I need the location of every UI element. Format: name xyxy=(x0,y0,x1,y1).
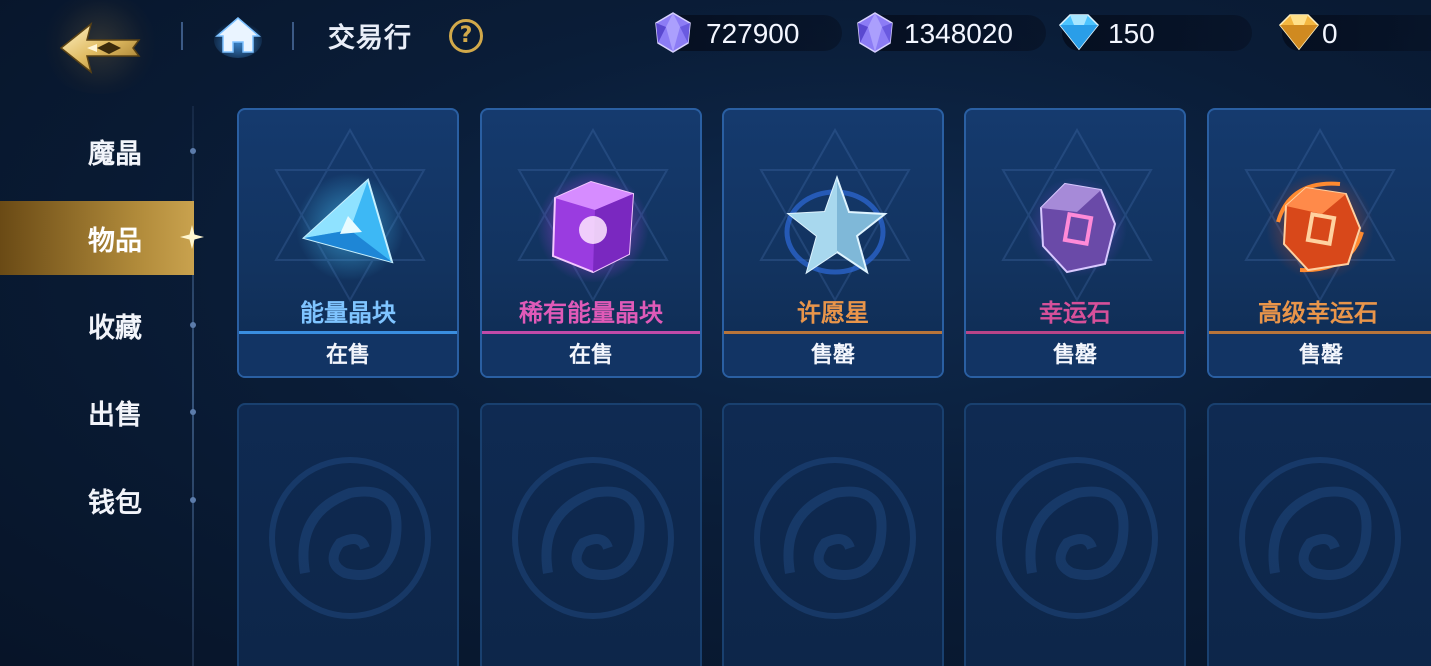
back-button[interactable] xyxy=(30,0,170,96)
empty-slot[interactable] xyxy=(722,403,944,666)
sidebar-item-wallet[interactable]: 钱包 xyxy=(0,463,196,537)
item-status: 售罄 xyxy=(724,334,942,376)
item-card[interactable]: 幸运石 售罄 xyxy=(964,108,1186,378)
item-name: 稀有能量晶块 xyxy=(519,299,663,327)
dragon-emblem-icon xyxy=(512,457,674,619)
dragon-emblem-icon xyxy=(754,457,916,619)
blue-diamond-icon xyxy=(1058,14,1100,51)
empty-slot[interactable] xyxy=(1207,403,1431,666)
item-name: 高级幸运石 xyxy=(1258,299,1378,327)
item-card[interactable]: 许愿星 售罄 xyxy=(722,108,944,378)
item-name: 许愿星 xyxy=(797,299,869,327)
dragon-emblem-icon xyxy=(269,457,431,619)
dragon-emblem-icon xyxy=(1239,457,1401,619)
currency-value: 150 xyxy=(1108,18,1155,49)
currency-gold-diamond[interactable]: 0 xyxy=(1278,14,1431,51)
help-button[interactable]: ? xyxy=(449,19,483,53)
item-status: 售罄 xyxy=(966,334,1184,376)
blue-crystal-icon xyxy=(296,173,404,281)
nav-dot xyxy=(190,148,196,154)
advanced-lucky-stone-icon xyxy=(1266,173,1374,281)
lucky-stone-icon xyxy=(1027,177,1127,277)
sidebar-item-label: 物品 xyxy=(88,225,142,257)
dragon-emblem-icon xyxy=(996,457,1158,619)
sidebar-item-label: 钱包 xyxy=(88,487,142,519)
purple-crystal-icon xyxy=(655,12,691,53)
item-status: 售罄 xyxy=(1209,334,1431,376)
separator xyxy=(292,22,294,50)
top-bar: 交易行 ? 727900 1348020 150 0 xyxy=(0,0,1431,94)
sidebar: 魔晶 物品 收藏 出售 钱包 xyxy=(0,106,204,666)
empty-slot[interactable] xyxy=(964,403,1186,666)
item-card[interactable]: 稀有能量晶块 在售 xyxy=(480,108,702,378)
currency-value: 1348020 xyxy=(904,18,1014,49)
sidebar-item-items[interactable]: 物品 xyxy=(0,201,204,275)
home-button[interactable] xyxy=(213,12,263,58)
sidebar-item-label: 收藏 xyxy=(88,312,142,344)
purple-cube-icon xyxy=(537,172,649,282)
sidebar-item-label: 出售 xyxy=(88,399,142,431)
currency-crystal[interactable]: 1348020 xyxy=(857,12,1046,53)
nav-dot xyxy=(190,409,196,415)
separator xyxy=(181,22,183,50)
back-arrow-icon xyxy=(59,22,141,74)
item-name: 能量晶块 xyxy=(300,299,396,327)
currency-crystal-bound[interactable]: 727900 xyxy=(655,12,842,53)
nav-dot xyxy=(190,497,196,503)
gold-diamond-icon xyxy=(1278,14,1320,51)
currency-diamond[interactable]: 150 xyxy=(1058,14,1252,51)
sidebar-item-label: 魔晶 xyxy=(88,138,142,170)
home-icon xyxy=(214,17,262,58)
sparkle-icon xyxy=(180,225,204,249)
currency-value: 0 xyxy=(1322,18,1338,49)
item-status: 在售 xyxy=(239,334,457,376)
item-name: 幸运石 xyxy=(1039,299,1111,327)
nav-dot xyxy=(190,322,196,328)
sidebar-item-sell[interactable]: 出售 xyxy=(0,375,196,449)
currency-value: 727900 xyxy=(706,18,800,49)
empty-slot[interactable] xyxy=(480,403,702,666)
page-title: 交易行 xyxy=(328,23,412,54)
item-status: 在售 xyxy=(482,334,700,376)
purple-crystal-icon xyxy=(857,12,893,53)
sidebar-item-magic-crystal[interactable]: 魔晶 xyxy=(0,114,196,188)
item-card[interactable]: 高级幸运石 售罄 xyxy=(1207,108,1431,378)
empty-slot[interactable] xyxy=(237,403,459,666)
sidebar-item-favorites[interactable]: 收藏 xyxy=(0,288,196,362)
item-card[interactable]: 能量晶块 在售 xyxy=(237,108,459,378)
wish-star-icon xyxy=(784,174,888,275)
